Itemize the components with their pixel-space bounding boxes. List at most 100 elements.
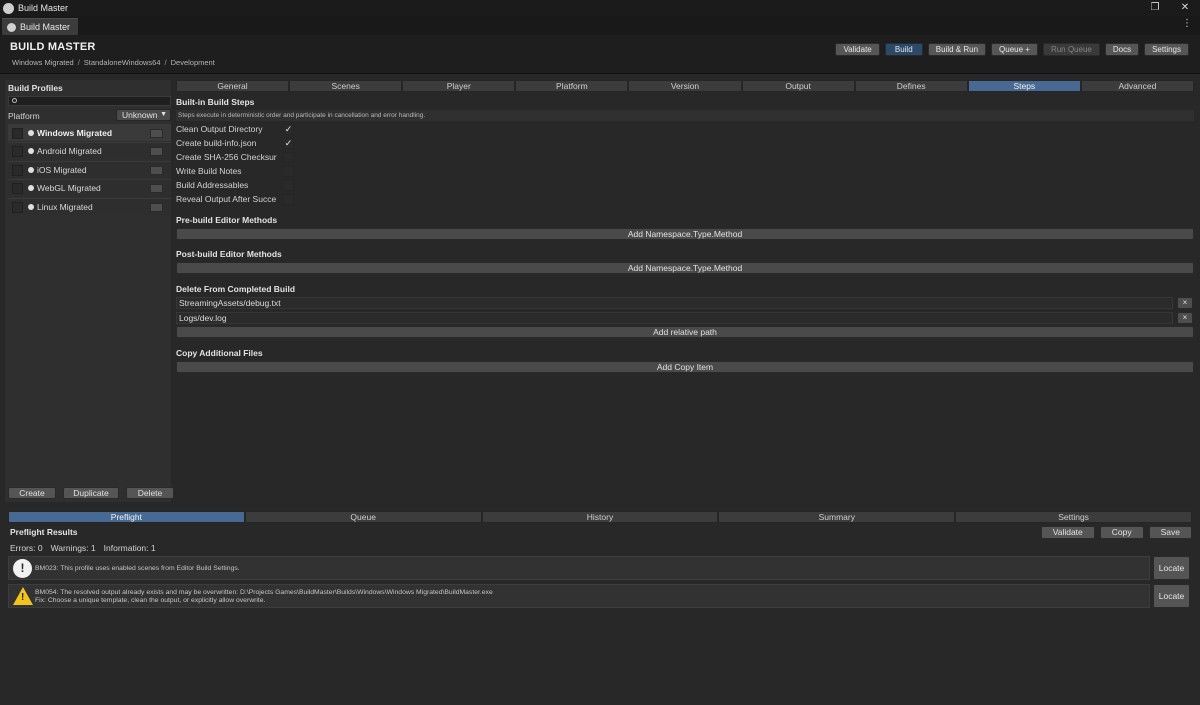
docs-button[interactable]: Docs [1104,43,1140,56]
prebuild-methods-title: Pre-build Editor Methods [176,215,278,225]
platform-value: Unknown [122,110,158,120]
add-postbuild-method-button[interactable]: Add Namespace.Type.Method [176,262,1194,274]
profile-menu-button[interactable] [150,147,163,157]
duplicate-profile-button[interactable]: Duplicate [63,487,119,499]
add-relative-path-button[interactable]: Add relative path [176,326,1194,338]
tab-preflight[interactable]: Preflight [8,511,245,523]
build-and-run-button[interactable]: Build & Run [927,43,987,56]
step-toggle[interactable] [283,152,294,163]
create-profile-button[interactable]: Create [8,487,56,499]
remove-path-button[interactable]: × [1177,297,1193,309]
locate-button[interactable]: Locate [1153,584,1190,608]
tab-scenes[interactable]: Scenes [289,80,403,92]
preflight-counts: Errors: 0 Warnings: 1 Information: 1 [10,543,156,553]
breadcrumb-target: StandaloneWindows64 [83,58,161,67]
status-dot-icon [28,185,34,192]
tab-platform[interactable]: Platform [515,80,629,92]
step-toggle[interactable]: ✓ [283,138,294,149]
preflight-validate-button[interactable]: Validate [1040,526,1095,539]
profile-row-android[interactable]: Android Migrated [8,142,171,160]
profile-checkbox[interactable] [12,164,23,176]
tab-queue[interactable]: Queue [244,511,482,523]
preflight-actions: Validate Copy Save [1040,526,1192,539]
tab-summary[interactable]: Summary [718,511,956,523]
step-label: Clean Output Directory [176,124,263,134]
close-window-icon[interactable]: ✕ [1170,0,1200,16]
checkmark-icon: ✓ [284,124,293,134]
add-copy-item-button[interactable]: Add Copy Item [176,361,1194,373]
tab-player[interactable]: Player [402,80,516,92]
window-titlebar: Build Master ❐ ✕ [0,0,1200,16]
tab-defines[interactable]: Defines [854,80,968,92]
tab-version[interactable]: Version [628,80,742,92]
profile-checkbox[interactable] [12,183,23,195]
preflight-copy-button[interactable]: Copy [1099,526,1144,539]
delete-path-field[interactable]: Logs/dev.log [176,312,1173,324]
tab-label: Build Master [20,22,71,32]
profile-checkbox[interactable] [12,201,23,213]
errors-count: Errors: 0 [10,543,43,553]
restore-window-icon[interactable]: ❐ [1140,0,1170,16]
copy-files-title: Copy Additional Files [176,348,263,358]
profile-menu-button[interactable] [150,129,163,138]
message-text: BM054: The resolved output already exist… [35,589,493,596]
profile-checkbox[interactable] [12,128,23,139]
add-prebuild-method-button[interactable]: Add Namespace.Type.Method [176,228,1194,240]
breadcrumb-separator: / [164,58,167,67]
profile-row-linux[interactable]: Linux Migrated [8,197,171,215]
tab-output[interactable]: Output [741,80,855,92]
build-button[interactable]: Build [884,43,923,56]
builtin-steps-title: Built-in Build Steps [176,97,255,107]
profile-name: WebGL Migrated [37,183,101,194]
step-checksum: Create SHA-256 Checksur [176,151,306,164]
more-options-icon[interactable]: ⋮ [1182,18,1192,29]
profile-name: Android Migrated [37,146,102,157]
step-addressables: Build Addressables [176,179,306,192]
profile-search-input[interactable] [8,96,171,106]
remove-path-button[interactable]: × [1177,312,1193,324]
platform-dropdown[interactable]: Unknown ▼ [116,109,171,121]
profile-menu-button[interactable] [150,165,163,175]
step-toggle[interactable] [283,180,294,191]
message-text: BM023: This profile uses enabled scenes … [35,565,240,572]
warning-icon-mark: ! [21,592,25,603]
tab-general[interactable]: General [176,80,290,92]
settings-button[interactable]: Settings [1144,43,1189,56]
tab-build-master[interactable]: Build Master [2,18,78,35]
status-dot-icon [28,203,34,210]
profile-row-webgl[interactable]: WebGL Migrated [8,179,171,197]
profile-list: Windows Migrated Android Migrated iOS Mi… [8,124,171,216]
unity-logo-icon [3,2,14,14]
tab-steps[interactable]: Steps [967,80,1081,92]
profile-checkbox[interactable] [12,146,23,158]
search-icon [12,98,17,103]
run-queue-button[interactable]: Run Queue [1042,43,1100,56]
editor-tab-strip: Build Master ⋮ [0,16,1200,35]
profile-row-ios[interactable]: iOS Migrated [8,160,171,178]
warnings-count: Warnings: 1 [50,543,96,553]
step-toggle[interactable] [283,166,294,177]
tab-bottom-settings[interactable]: Settings [955,511,1192,523]
postbuild-methods-title: Post-build Editor Methods [176,249,282,259]
preflight-save-button[interactable]: Save [1148,526,1192,539]
step-toggle[interactable] [283,194,294,205]
build-profiles-title: Build Profiles [8,83,63,93]
profile-name: Windows Migrated [37,128,113,138]
validate-button[interactable]: Validate [835,43,880,56]
tab-history[interactable]: History [481,511,719,523]
step-label: Create build-info.json [176,138,257,148]
bottom-tabs: Preflight Queue History Summary Settings [8,511,1192,523]
profile-menu-button[interactable] [150,202,163,212]
profile-row-windows[interactable]: Windows Migrated [8,124,171,141]
profile-name: Linux Migrated [37,201,93,212]
queue-add-button[interactable]: Queue + [991,43,1038,56]
tab-advanced[interactable]: Advanced [1080,80,1194,92]
delete-profile-button[interactable]: Delete [126,487,174,499]
build-profiles-panel: Build Profiles Platform Unknown ▼ Window… [5,80,174,502]
info-icon: ! [13,559,32,578]
step-toggle[interactable]: ✓ [283,124,294,135]
locate-button[interactable]: Locate [1153,556,1190,580]
profile-menu-button[interactable] [150,184,163,194]
delete-path-field[interactable]: StreamingAssets/debug.txt [176,297,1173,309]
window-title: Build Master [18,3,69,13]
